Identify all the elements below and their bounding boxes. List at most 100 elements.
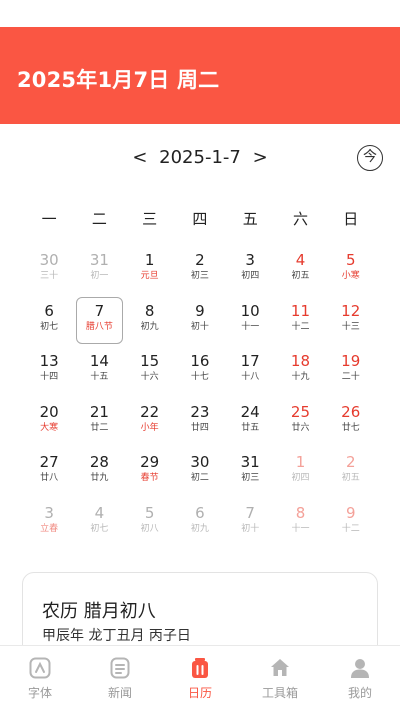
calendar-week-row: 6 初七 7 腊八节 8 初九 9 初十 10 十一 11 十二 12 十三: [24, 296, 376, 350]
calendar-day[interactable]: 3 立春: [24, 501, 74, 552]
toolbox-icon: [271, 659, 289, 676]
day-number: 31: [240, 453, 260, 471]
calendar-day[interactable]: 18 十九: [275, 349, 325, 400]
lunar-day-label: 初四: [291, 473, 310, 483]
lunar-day-label: 初九: [190, 523, 209, 534]
calendar-day[interactable]: 5 初八: [125, 501, 175, 552]
lunar-day-label: 廿四: [190, 422, 209, 433]
calendar-day-selected[interactable]: 7 腊八节: [74, 296, 124, 350]
tab-news[interactable]: 新闻: [80, 646, 160, 712]
current-date-label[interactable]: 2025-1-7: [159, 147, 241, 168]
calendar-day[interactable]: 8 十一: [275, 501, 325, 552]
day-number: 3: [245, 251, 255, 269]
weekday-label: 一: [41, 210, 57, 228]
calendar-day[interactable]: 6 初九: [175, 501, 225, 552]
header-title: 2025年1月7日 周二: [17, 68, 220, 92]
today-button[interactable]: 今: [357, 145, 383, 171]
day-number: 30: [39, 251, 59, 269]
lunar-day-label: 十九: [291, 372, 310, 382]
calendar-day[interactable]: 30 三十: [24, 248, 74, 299]
lunar-day-label: 初三: [241, 473, 260, 483]
day-number: 13: [39, 352, 59, 370]
calendar-day[interactable]: 21 廿二: [74, 400, 124, 451]
lunar-day-label: 初十: [190, 321, 209, 332]
calendar-day[interactable]: 10 十一: [225, 299, 275, 350]
header-bar: 2025年1月7日 周二: [0, 27, 400, 124]
lunar-day-label: 廿二: [90, 422, 109, 433]
day-number: 2: [345, 453, 356, 471]
calendar-day[interactable]: 31 初三: [225, 450, 275, 501]
day-number: 28: [89, 453, 109, 471]
day-number: 18: [290, 352, 310, 370]
lunar-day-label: 十二: [341, 523, 360, 534]
tab-profile[interactable]: 我的: [320, 646, 400, 712]
calendar-day[interactable]: 8 初九: [125, 299, 175, 350]
calendar-day[interactable]: 2 初三: [175, 248, 225, 299]
calendar-day[interactable]: 15 十六: [125, 349, 175, 400]
day-number: 31: [89, 251, 109, 269]
prev-month-button[interactable]: <: [126, 147, 153, 168]
day-number: 12: [341, 301, 361, 320]
calendar-day[interactable]: 24 廿五: [225, 400, 275, 451]
calendar-day[interactable]: 27 廿八: [24, 450, 74, 501]
day-number: 1: [295, 453, 306, 471]
calendar-week-row: 30 三十 31 初一 1 元旦 2 初三 3 初四 4 初五 5 小寒: [24, 248, 376, 299]
calendar-day[interactable]: 29 春节: [125, 450, 175, 501]
calendar-week-row: 3 立春 4 初七 5 初八 6 初九 7 初十 8 十一 9 十二: [24, 501, 376, 552]
day-number: 15: [140, 352, 160, 370]
calendar-day[interactable]: 25 廿六: [275, 400, 325, 451]
day-number: 16: [190, 352, 210, 370]
lunar-day-label: 初七: [90, 523, 109, 534]
day-number: 10: [240, 301, 260, 320]
calendar-day[interactable]: 4 初五: [275, 248, 325, 299]
tab-toolbox[interactable]: 工具箱: [240, 646, 320, 712]
tab-font[interactable]: 字体: [0, 646, 80, 712]
next-month-button[interactable]: >: [247, 147, 274, 168]
calendar-week-row: 20 大寒 21 廿二 22 小年 23 廿四 24 廿五 25 廿六 26 廿七: [24, 400, 376, 451]
calendar-day[interactable]: 20 大寒: [24, 400, 74, 451]
calendar-day[interactable]: 1 元旦: [125, 248, 175, 299]
lunar-day-label: 二十: [341, 372, 360, 382]
calendar-day[interactable]: 31 初一: [74, 248, 124, 299]
calendar-day[interactable]: 7 初十: [225, 501, 275, 552]
lunar-day-label: 三十: [40, 271, 59, 281]
profile-icon: [351, 659, 369, 678]
calendar-day[interactable]: 30 初二: [175, 450, 225, 501]
calendar-day[interactable]: 16 十七: [175, 349, 225, 400]
day-number: 23: [190, 402, 210, 421]
bottom-tab-bar: 字体 新闻 日历 工具箱 我的: [0, 645, 400, 712]
lunar-day-label: 十八: [241, 372, 260, 382]
tab-profile-label: 我的: [347, 686, 372, 700]
calendar-day[interactable]: 1 初四: [275, 450, 325, 501]
lunar-day-label: 廿八: [40, 473, 59, 483]
calendar-day[interactable]: 14 十五: [74, 349, 124, 400]
tab-calendar[interactable]: 日历: [160, 646, 240, 712]
lunar-day-label: 十一: [291, 523, 310, 534]
calendar-day[interactable]: 11 十二: [275, 299, 325, 350]
lunar-day-label: 初八: [140, 523, 159, 534]
calendar-day[interactable]: 17 十八: [225, 349, 275, 400]
calendar-grid: 30 三十 31 初一 1 元旦 2 初三 3 初四 4 初五 5 小寒 6 初七 7 腊八节 8 初九 9 初十 10 十一…: [24, 248, 376, 551]
ganzhi-text: 甲辰年 龙丁丑月 丙子日: [42, 628, 191, 644]
calendar-day[interactable]: 12 十三: [326, 299, 376, 350]
lunar-day-label: 十三: [341, 321, 360, 332]
calendar-day[interactable]: 22 小年: [125, 400, 175, 451]
calendar-week-row: 13 十四 14 十五 15 十六 16 十七 17 十八 18 十九 19 二十: [24, 349, 376, 400]
day-number: 17: [240, 352, 260, 370]
day-number: 1: [144, 251, 155, 269]
calendar-day[interactable]: 2 初五: [326, 450, 376, 501]
calendar-day[interactable]: 9 十二: [326, 501, 376, 552]
lunar-day-label: 十一: [241, 321, 260, 332]
lunar-day-label: 初一: [90, 271, 109, 281]
calendar-day[interactable]: 23 廿四: [175, 400, 225, 451]
lunar-day-label: 廿五: [241, 422, 260, 433]
calendar-day[interactable]: 28 廿九: [74, 450, 124, 501]
calendar-day[interactable]: 9 初十: [175, 299, 225, 350]
calendar-day[interactable]: 19 二十: [326, 349, 376, 400]
calendar-day[interactable]: 3 初四: [225, 248, 275, 299]
calendar-day[interactable]: 6 初七: [24, 299, 74, 350]
calendar-day[interactable]: 26 廿七: [326, 400, 376, 451]
calendar-day[interactable]: 4 初七: [74, 501, 124, 552]
calendar-day[interactable]: 13 十四: [24, 349, 74, 400]
calendar-day[interactable]: 5 小寒: [326, 248, 376, 299]
